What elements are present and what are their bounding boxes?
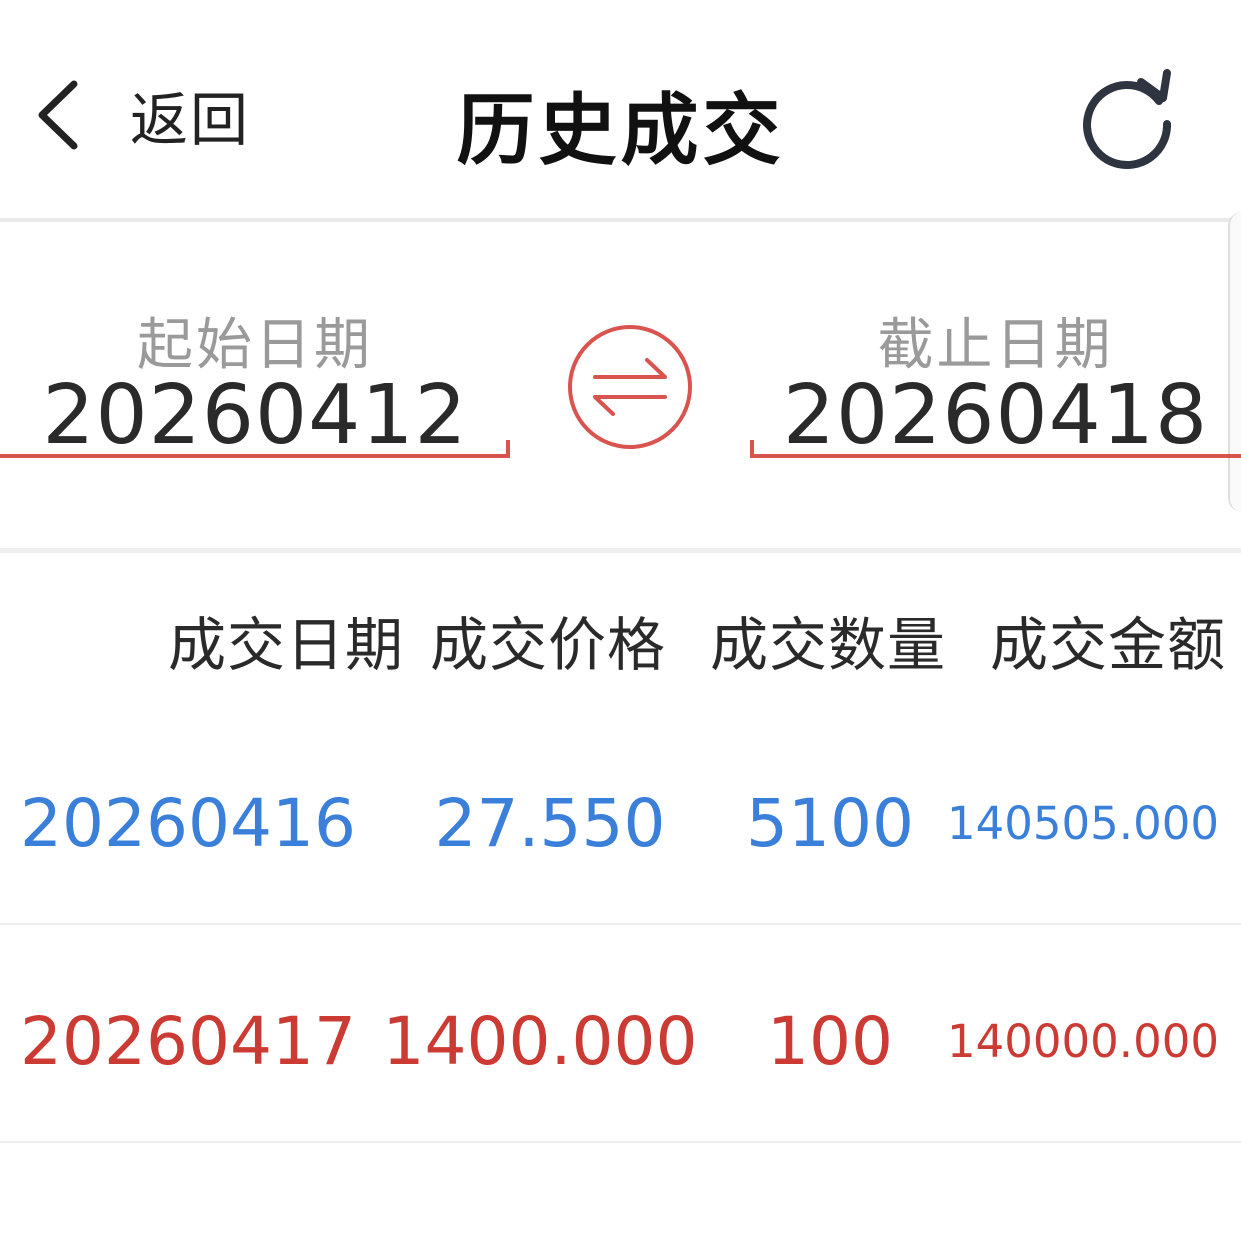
column-header-amount: 成交金额	[990, 611, 1227, 679]
table-row[interactable]: 20260417 1400.000 100 140000.000	[0, 925, 1241, 1143]
column-header-quantity: 成交数量	[710, 611, 947, 679]
column-header-price: 成交价格	[430, 611, 667, 679]
table-row[interactable]: 20260416 27.550 5100 140505.000	[0, 707, 1241, 925]
trade-date: 20260416	[20, 785, 356, 862]
refresh-icon[interactable]	[1075, 68, 1180, 173]
trade-date: 20260417	[20, 1003, 356, 1080]
trade-price: 27.550	[434, 785, 666, 862]
end-date-underline	[750, 440, 1241, 458]
start-date-underline	[0, 440, 510, 458]
column-header-date: 成交日期	[168, 611, 405, 679]
top-bar: 返回 历史成交	[0, 0, 1241, 218]
section-divider	[0, 548, 1241, 553]
trade-quantity: 5100	[746, 785, 914, 862]
page-title: 历史成交	[456, 86, 785, 176]
swap-arrows-icon[interactable]	[565, 322, 695, 452]
header-divider	[0, 218, 1241, 222]
trade-quantity: 100	[767, 1003, 893, 1080]
end-date-field[interactable]: 截止日期 20260418	[750, 300, 1241, 470]
trade-amount: 140505.000	[947, 797, 1219, 850]
row-divider	[0, 1141, 1241, 1143]
start-date-field[interactable]: 起始日期 20260412	[0, 300, 510, 470]
trade-amount: 140000.000	[947, 1015, 1219, 1068]
trade-price: 1400.000	[382, 1003, 698, 1080]
